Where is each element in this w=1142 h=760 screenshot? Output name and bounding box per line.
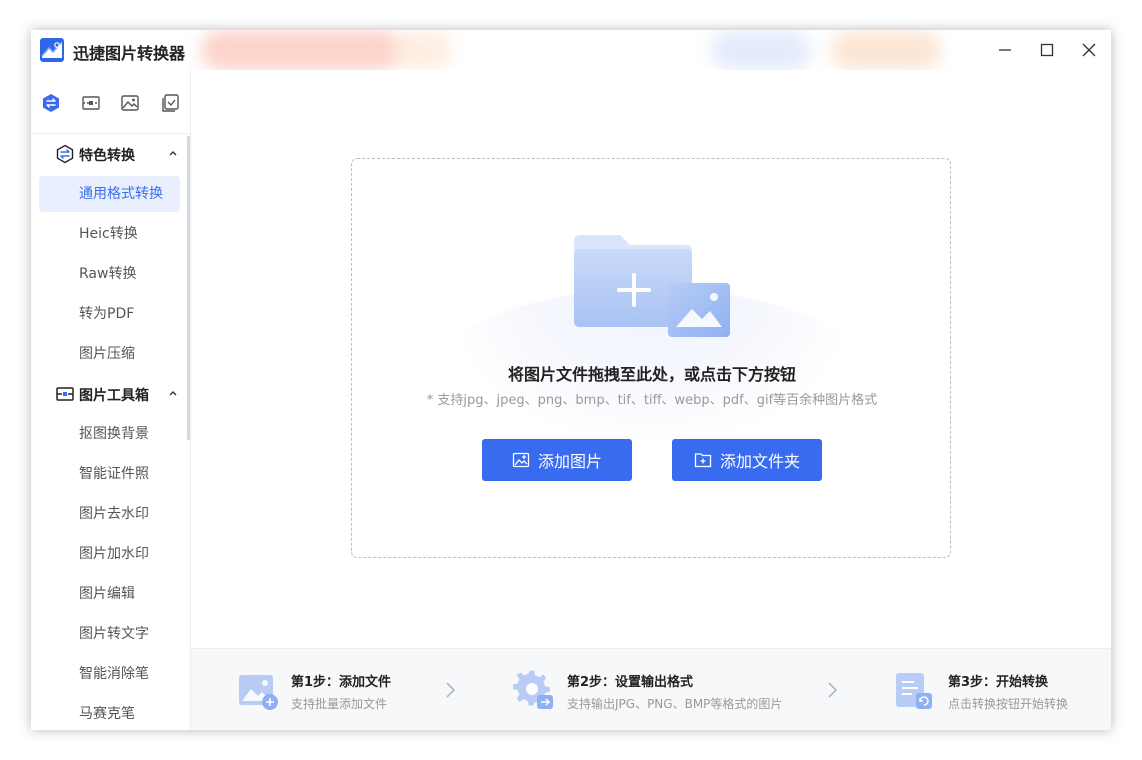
minimize-icon (999, 49, 1011, 51)
sidebar-item-edit[interactable]: 图片编辑 (39, 576, 180, 612)
banner-blur (391, 30, 451, 70)
banner-blur (711, 30, 811, 70)
sidebar-item-id-photo[interactable]: 智能证件照 (39, 456, 180, 492)
sidebar-item-remove-watermark[interactable]: 图片去水印 (39, 496, 180, 532)
main-area: 将图片文件拖拽至此处，或点击下方按钮 * 支持jpg、jpeg、png、bmp、… (191, 70, 1111, 648)
toolbox-icon (56, 387, 74, 401)
app-window: 迅捷图片转换器 特色转换 通用格式转换 Heic转换 Raw转换 转为PDF 图… (31, 30, 1111, 730)
convert-step-icon (896, 673, 932, 709)
tab-image-tools[interactable] (119, 92, 141, 114)
sidebar-item-remove-bg[interactable]: 抠图换背景 (39, 416, 180, 452)
convert-icon (56, 144, 74, 164)
step-title: 第2步：设置输出格式 (567, 675, 694, 690)
group-toolbox[interactable]: 图片工具箱 (31, 374, 187, 414)
step-desc: 支持输出JPG、PNG、BMP等格式的图片 (567, 697, 783, 711)
sidebar-item-add-watermark[interactable]: 图片加水印 (39, 536, 180, 572)
group-label: 特色转换 (79, 148, 135, 164)
settings-step-icon (513, 670, 553, 709)
add-folder-label: 添加文件夹 (719, 452, 800, 471)
tab-special-convert[interactable] (40, 92, 62, 114)
maximize-button[interactable] (1026, 30, 1068, 70)
step-title: 第3步：开始转换 (948, 675, 1049, 690)
maximize-icon (1040, 43, 1054, 57)
chevron-right-icon (446, 682, 456, 698)
app-title: 迅捷图片转换器 (73, 44, 186, 63)
group-label: 图片工具箱 (79, 388, 149, 404)
sidebar-item-mosaic[interactable]: 马赛克笔 (39, 696, 180, 730)
tasks-tab-icon (162, 94, 179, 112)
banner-blur (831, 30, 941, 70)
steps-bar: 第1步：添加文件 支持批量添加文件 第2步：设置输出格式 支持输出JPG、PNG… (191, 648, 1111, 730)
drop-title: 将图片文件拖拽至此处，或点击下方按钮 (507, 365, 796, 384)
sidebar-item-general-convert[interactable]: 通用格式转换 (39, 176, 180, 212)
chevron-up-icon (169, 151, 177, 156)
convert-tab-icon (43, 94, 59, 112)
step-title: 第1步：添加文件 (291, 675, 392, 690)
step-desc: 点击转换按钮开始转换 (948, 697, 1069, 711)
tab-toolbox[interactable] (80, 92, 102, 114)
tab-tasks[interactable] (159, 92, 181, 114)
sidebar: 特色转换 通用格式转换 Heic转换 Raw转换 转为PDF 图片压缩 图片工具… (31, 70, 191, 730)
minimize-button[interactable] (984, 30, 1026, 70)
add-folder-button[interactable]: 添加文件夹 (672, 439, 822, 481)
close-icon (1082, 43, 1096, 57)
sidebar-item-raw[interactable]: Raw转换 (39, 256, 180, 292)
step-1: 第1步：添加文件 支持批量添加文件 (237, 649, 457, 730)
add-image-icon (512, 452, 530, 468)
sidebar-item-ocr[interactable]: 图片转文字 (39, 616, 180, 652)
sidebar-item-eraser[interactable]: 智能消除笔 (39, 656, 180, 692)
step-2: 第2步：设置输出格式 支持输出JPG、PNG、BMP等格式的图片 (513, 649, 813, 730)
drop-zone[interactable]: 将图片文件拖拽至此处，或点击下方按钮 * 支持jpg、jpeg、png、bmp、… (351, 158, 951, 558)
add-image-label: 添加图片 (537, 452, 602, 471)
drop-hint: * 支持jpg、jpeg、png、bmp、tif、tiff、webp、pdf、g… (426, 393, 878, 408)
sidebar-item-compress[interactable]: 图片压缩 (39, 336, 180, 372)
image-tab-icon (121, 95, 139, 111)
app-logo-icon (40, 38, 64, 62)
sidebar-item-heic[interactable]: Heic转换 (39, 216, 180, 252)
sidebar-scrollbar[interactable] (187, 136, 190, 440)
chevron-up-icon (169, 391, 177, 396)
sidebar-item-to-pdf[interactable]: 转为PDF (39, 296, 180, 332)
add-file-step-icon (239, 675, 278, 710)
title-bar: 迅捷图片转换器 (31, 30, 1111, 70)
add-folder-icon (694, 453, 712, 468)
close-button[interactable] (1068, 30, 1110, 70)
add-image-button[interactable]: 添加图片 (482, 439, 632, 481)
step-desc: 支持批量添加文件 (291, 697, 388, 711)
step-3: 第3步：开始转换 点击转换按钮开始转换 (894, 649, 1104, 730)
folder-add-icon (574, 235, 730, 337)
toolbox-tab-icon (82, 96, 100, 110)
group-special-convert[interactable]: 特色转换 (31, 134, 187, 174)
chevron-right-icon (828, 682, 838, 698)
sidebar-tabs (31, 70, 191, 134)
banner-blur (201, 30, 401, 70)
